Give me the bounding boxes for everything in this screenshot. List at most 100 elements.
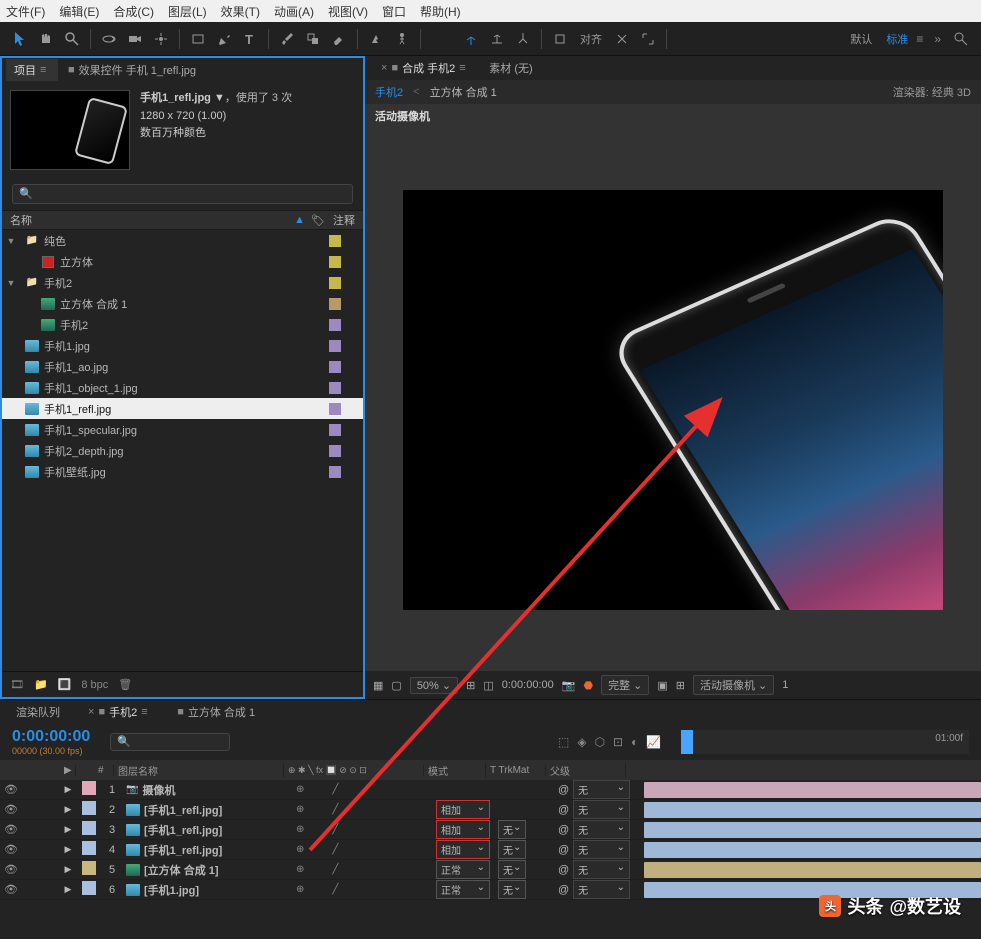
- interpret-icon[interactable]: 🎞: [10, 678, 24, 691]
- playhead[interactable]: [681, 730, 693, 754]
- grid-icon[interactable]: ▦: [373, 679, 383, 692]
- project-search-input[interactable]: [12, 184, 353, 204]
- zoom-tool[interactable]: [60, 27, 84, 51]
- folder-icon[interactable]: 📁: [34, 678, 48, 691]
- project-item[interactable]: ▼手机2: [2, 272, 363, 293]
- layer-row[interactable]: 👁▶4 [手机1_refl.jpg]⊕╱相加⌄无⌄@无⌄: [0, 840, 981, 860]
- snapshot-icon[interactable]: 📷: [562, 679, 576, 692]
- menu-effect[interactable]: 效果(T): [221, 3, 260, 20]
- project-item[interactable]: 立方体 合成 1: [2, 293, 363, 314]
- layer-row[interactable]: 👁▶1📷 摄像机⊕╱@无⌄: [0, 780, 981, 800]
- shy-icon[interactable]: ⬡: [595, 735, 605, 749]
- visibility-toggle[interactable]: 👁: [0, 843, 20, 856]
- parent-dropdown[interactable]: 无⌄: [573, 800, 630, 819]
- tab-effect-controls[interactable]: ■ 效果控件 手机 1_refl.jpg: [60, 59, 204, 81]
- brush-tool[interactable]: [275, 27, 299, 51]
- pickwhip-icon[interactable]: @: [558, 784, 569, 796]
- draft3d-icon[interactable]: ◈: [577, 735, 586, 749]
- clone-tool[interactable]: [301, 27, 325, 51]
- project-item[interactable]: 手机1_ao.jpg: [2, 356, 363, 377]
- pickwhip-icon[interactable]: @: [558, 864, 569, 876]
- guides-icon[interactable]: ⊞: [676, 679, 685, 692]
- motion-blur-icon[interactable]: ◐: [631, 735, 638, 749]
- camera-tool[interactable]: [123, 27, 147, 51]
- menu-animation[interactable]: 动画(A): [274, 3, 314, 20]
- comp-mini-flowchart-icon[interactable]: ⬚: [558, 735, 569, 749]
- channel-icon[interactable]: ⬣: [583, 679, 593, 692]
- hand-tool[interactable]: [34, 27, 58, 51]
- bpc-button[interactable]: 8 bpc: [81, 679, 108, 691]
- project-item-list[interactable]: ▼纯色立方体▼手机2立方体 合成 1手机2手机1.jpg手机1_ao.jpg手机…: [2, 230, 363, 671]
- trkmat-dropdown[interactable]: 无⌄: [498, 880, 526, 899]
- zoom-dropdown[interactable]: 50% ⌄: [410, 677, 458, 694]
- menu-help[interactable]: 帮助(H): [420, 3, 461, 20]
- col-name[interactable]: 名称: [10, 212, 294, 228]
- project-item[interactable]: 手机2: [2, 314, 363, 335]
- parent-dropdown[interactable]: 无⌄: [573, 780, 630, 799]
- world-axis-icon[interactable]: [485, 27, 509, 51]
- visibility-toggle[interactable]: 👁: [0, 783, 20, 796]
- trkmat-dropdown[interactable]: 无⌄: [498, 840, 526, 859]
- res-icon[interactable]: ⊞: [466, 679, 475, 692]
- renderer-label[interactable]: 渲染器: 经典 3D: [893, 84, 971, 100]
- tab-timeline-comp[interactable]: × ■ 手机2: [78, 701, 159, 723]
- project-item[interactable]: 手机1_object_1.jpg: [2, 377, 363, 398]
- project-item[interactable]: 手机1_refl.jpg: [2, 398, 363, 419]
- blend-mode-dropdown[interactable]: 相加⌄: [436, 800, 490, 819]
- timecode-display[interactable]: 0:00:00:00: [502, 679, 554, 691]
- roi-icon[interactable]: ▣: [657, 679, 667, 692]
- snap-icon[interactable]: [548, 27, 572, 51]
- workspace-default[interactable]: 默认: [844, 31, 878, 47]
- blend-mode-dropdown[interactable]: 相加⌄: [436, 820, 490, 839]
- current-timecode[interactable]: 0:00:00:00: [12, 728, 90, 746]
- visibility-toggle[interactable]: 👁: [0, 823, 20, 836]
- col-comment[interactable]: 注释: [333, 212, 355, 228]
- pan-behind-tool[interactable]: [149, 27, 173, 51]
- menu-composition[interactable]: 合成(C): [113, 3, 154, 20]
- eraser-tool[interactable]: [327, 27, 351, 51]
- comp-icon[interactable]: 🔳: [58, 678, 72, 691]
- pickwhip-icon[interactable]: @: [558, 804, 569, 816]
- transparency-icon[interactable]: ◫: [483, 679, 493, 692]
- menu-view[interactable]: 视图(V): [328, 3, 368, 20]
- blend-mode-dropdown[interactable]: 正常⌄: [436, 860, 490, 879]
- pickwhip-icon[interactable]: @: [558, 824, 569, 836]
- tab-timeline-comp2[interactable]: ■ 立方体 合成 1: [169, 701, 263, 723]
- puppet-tool[interactable]: [390, 27, 414, 51]
- text-tool[interactable]: T: [238, 27, 262, 51]
- parent-dropdown[interactable]: 无⌄: [573, 860, 630, 879]
- camera-dropdown[interactable]: 活动摄像机 ⌄: [693, 675, 774, 695]
- blend-mode-dropdown[interactable]: 正常⌄: [436, 880, 490, 899]
- menu-layer[interactable]: 图层(L): [168, 3, 207, 20]
- pickwhip-icon[interactable]: @: [558, 884, 569, 896]
- trkmat-dropdown[interactable]: 无⌄: [498, 860, 526, 879]
- workspace-menu-icon[interactable]: [916, 32, 926, 46]
- layer-row[interactable]: 👁▶5 [立方体 合成 1]⊕╱正常⌄无⌄@无⌄: [0, 860, 981, 880]
- menu-window[interactable]: 窗口: [382, 3, 406, 20]
- project-item[interactable]: 手机2_depth.jpg: [2, 440, 363, 461]
- toggle-mask-icon[interactable]: ▢: [391, 679, 401, 692]
- breadcrumb-comp[interactable]: 手机2: [375, 84, 403, 100]
- resolution-dropdown[interactable]: 完整 ⌄: [601, 675, 649, 695]
- project-item[interactable]: 立方体: [2, 251, 363, 272]
- tab-composition[interactable]: × ■ 合成 手机2: [371, 57, 477, 79]
- view-axis-icon[interactable]: [511, 27, 535, 51]
- views-dropdown[interactable]: 1: [782, 679, 788, 691]
- timeline-search-input[interactable]: [110, 733, 230, 751]
- visibility-toggle[interactable]: 👁: [0, 883, 20, 896]
- graph-editor-icon[interactable]: 📈: [646, 735, 661, 749]
- project-item[interactable]: 手机1.jpg: [2, 335, 363, 356]
- parent-dropdown[interactable]: 无⌄: [573, 820, 630, 839]
- menu-file[interactable]: 文件(F): [6, 3, 45, 20]
- tab-render-queue[interactable]: 渲染队列: [8, 701, 68, 723]
- pickwhip-icon[interactable]: @: [558, 844, 569, 856]
- project-item[interactable]: 手机1_specular.jpg: [2, 419, 363, 440]
- layer-row[interactable]: 👁▶3 [手机1_refl.jpg]⊕╱相加⌄无⌄@无⌄: [0, 820, 981, 840]
- tab-footage[interactable]: 素材 (无): [481, 57, 540, 79]
- layer-row[interactable]: 👁▶2 [手机1_refl.jpg]⊕╱相加⌄@无⌄: [0, 800, 981, 820]
- expand-icon[interactable]: [636, 27, 660, 51]
- viewport[interactable]: [365, 128, 981, 671]
- visibility-toggle[interactable]: 👁: [0, 803, 20, 816]
- snap-toggle-icon[interactable]: [610, 27, 634, 51]
- pen-tool[interactable]: [212, 27, 236, 51]
